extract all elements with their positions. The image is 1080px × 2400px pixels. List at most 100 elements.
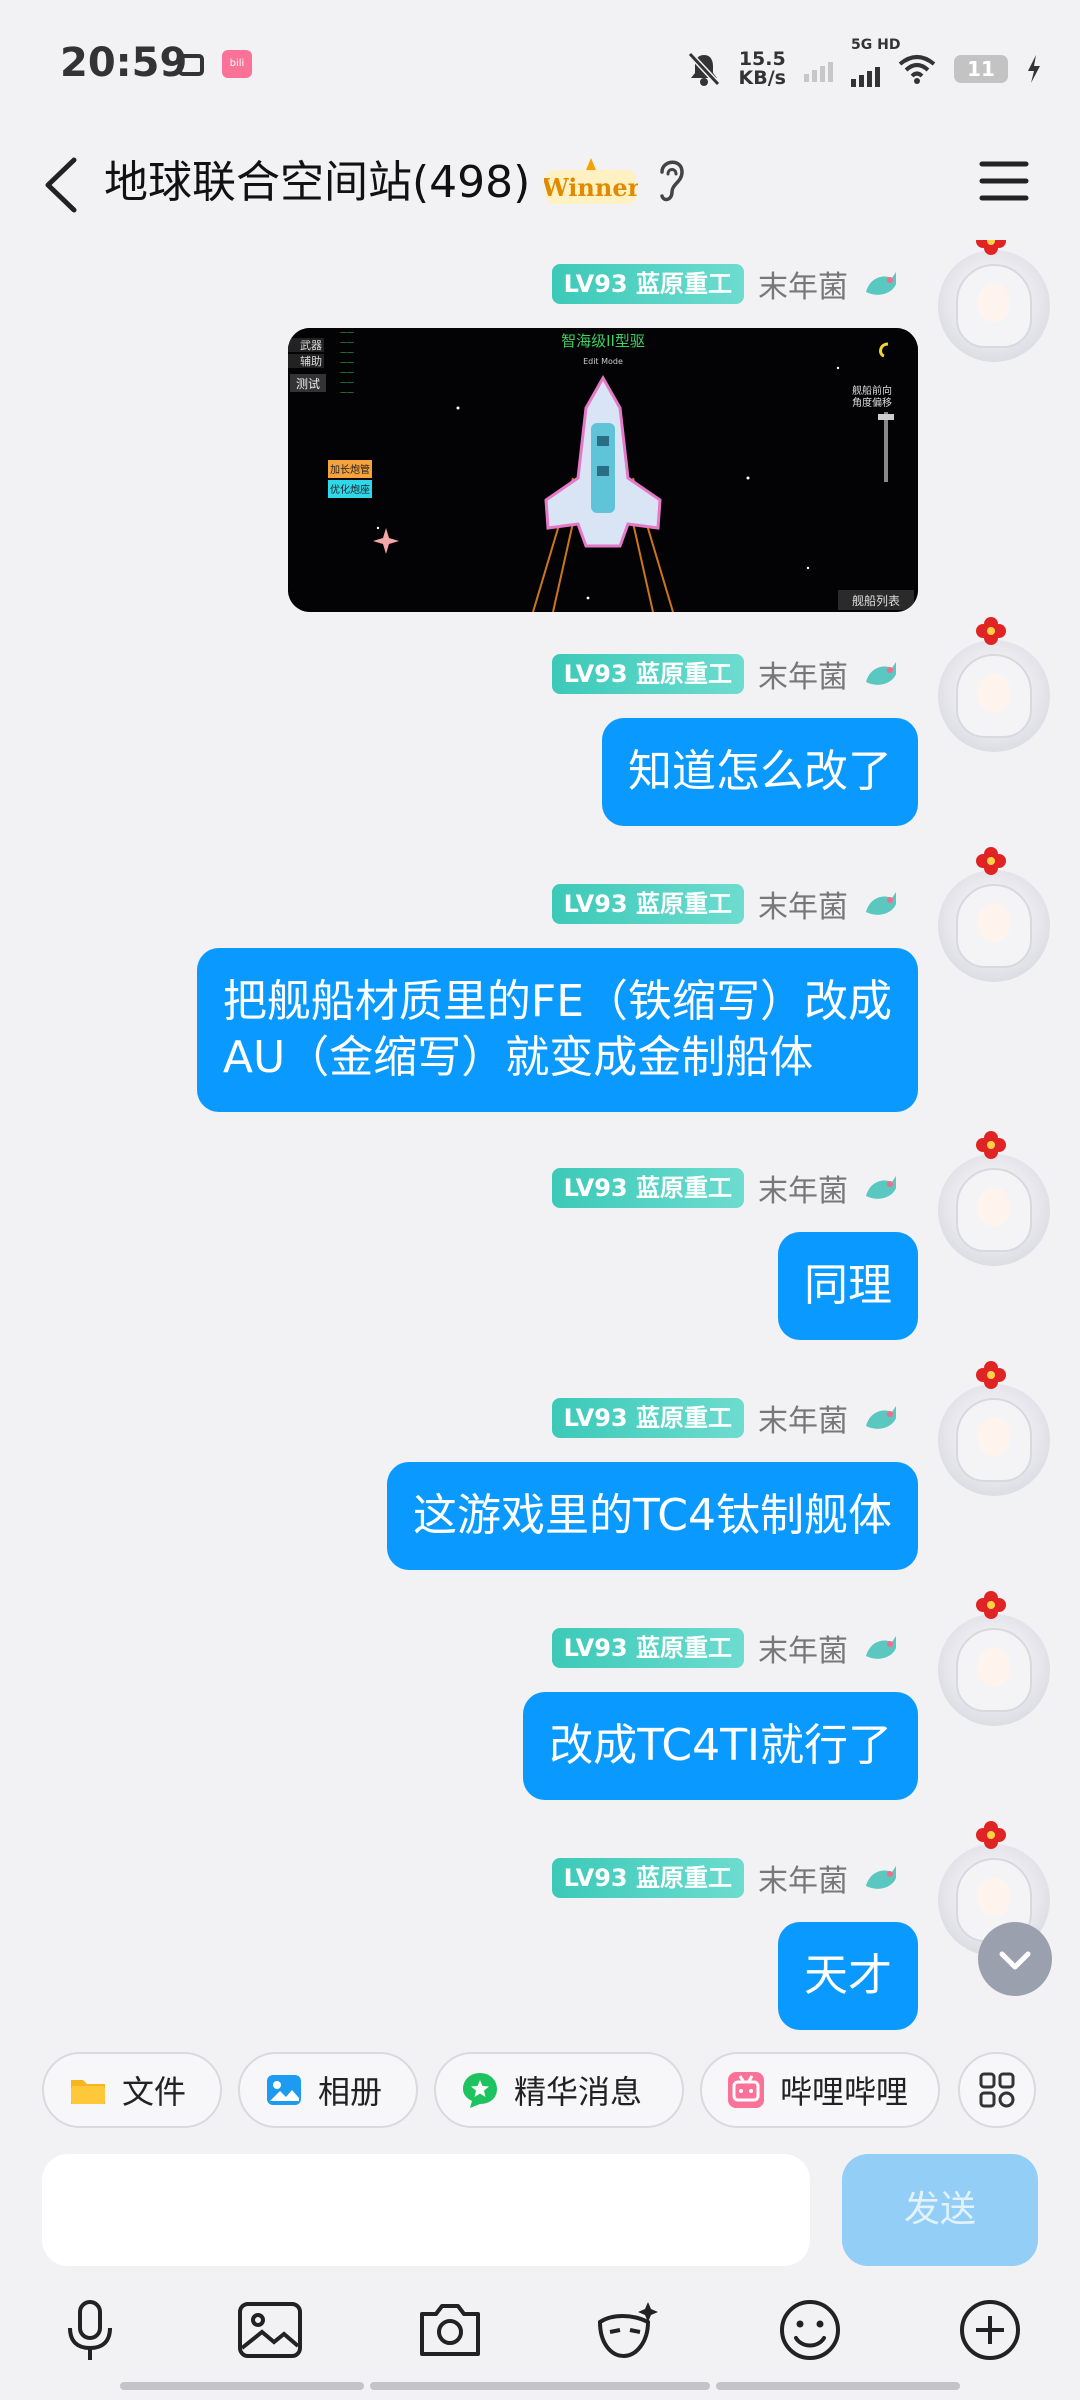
- quick-action-essence[interactable]: 精华消息: [434, 2052, 684, 2128]
- game-ship-name: 智海级II型驱: [561, 332, 645, 350]
- mute-icon: [687, 51, 720, 87]
- flower-icon: [976, 847, 1006, 875]
- chat-title[interactable]: 地球联合空间站(498): [104, 148, 530, 218]
- send-button[interactable]: 发送: [842, 2154, 1038, 2266]
- svg-text:——: ——: [340, 338, 354, 346]
- game-button-2: 优化炮座: [330, 483, 370, 496]
- avatar[interactable]: [938, 1131, 1050, 1266]
- signal-sim2-icon: 5G HD: [851, 37, 900, 87]
- game-ship-list-button: 舰船列表: [852, 594, 900, 608]
- svg-text:——: ——: [340, 358, 354, 366]
- dragon-icon: [866, 1636, 896, 1659]
- microphone-icon[interactable]: [54, 2294, 126, 2366]
- svg-text:——: ——: [340, 328, 354, 336]
- flower-icon: [976, 617, 1006, 645]
- text-message-bubble[interactable]: 这游戏里的TC4钛制舰体: [386, 1462, 918, 1570]
- quick-action-bilibili[interactable]: 哔哩哔哩: [700, 2052, 940, 2128]
- signal-sim1-icon: [804, 56, 833, 82]
- image-message[interactable]: 智海级II型驱 Edit Mode —— —— —— —— —— —— —— 武器 辅助 测…: [288, 328, 918, 612]
- message-line: 知道怎么改了: [628, 746, 892, 797]
- quick-action-label: 相册: [318, 2073, 383, 2111]
- avatar[interactable]: [938, 240, 1050, 362]
- battery-icon: 11: [954, 55, 1008, 83]
- charging-icon: [1028, 55, 1040, 83]
- more-apps-button[interactable]: [958, 2052, 1036, 2128]
- level-badge: LV93 蓝原重工: [551, 1628, 744, 1668]
- quick-action-album[interactable]: 相册: [238, 2052, 418, 2128]
- text-message-bubble[interactable]: 知道怎么改了: [602, 718, 918, 826]
- text-message-bubble[interactable]: 改成TC4TI就行了: [523, 1692, 918, 1800]
- grid-icon: [979, 2072, 1015, 2108]
- text-message-bubble[interactable]: 天才: [778, 1922, 918, 2030]
- menu-icon[interactable]: [974, 150, 1034, 212]
- flower-icon: [976, 240, 1006, 255]
- message-meta: LV93 蓝原重工 末年菌: [551, 652, 900, 696]
- quick-action-bar: 文件 相册 精华消息 哔哩哔哩: [0, 2030, 1080, 2150]
- message-line: 改成TC4TI就行了: [549, 1720, 892, 1771]
- star-icon: [463, 2073, 497, 2108]
- quick-action-file[interactable]: 文件: [42, 2052, 222, 2128]
- sender-name[interactable]: 末年菌: [758, 882, 848, 926]
- svg-text:——: ——: [340, 378, 354, 386]
- text-message-bubble[interactable]: 同理: [778, 1232, 918, 1340]
- image-icon[interactable]: [234, 2294, 306, 2366]
- quick-action-label: 哔哩哔哩: [780, 2073, 909, 2111]
- level-badge: LV93 蓝原重工: [551, 1168, 744, 1208]
- sender-name[interactable]: 末年菌: [758, 1396, 848, 1440]
- sender-name[interactable]: 末年菌: [758, 652, 848, 696]
- level-badge: LV93 蓝原重工: [551, 1398, 744, 1438]
- camera-icon[interactable]: [414, 2294, 486, 2366]
- sender-name[interactable]: 末年菌: [758, 1166, 848, 1210]
- plus-icon[interactable]: [954, 2294, 1026, 2366]
- sender-name[interactable]: 末年菌: [758, 262, 848, 306]
- back-arrow-icon[interactable]: [38, 152, 98, 218]
- level-badge: LV93 蓝原重工: [551, 1858, 744, 1898]
- avatar[interactable]: [938, 847, 1050, 982]
- level-badge: LV93 蓝原重工: [551, 884, 744, 924]
- svg-text:——: ——: [340, 388, 354, 396]
- avatar[interactable]: [938, 1591, 1050, 1726]
- dragon-icon: [866, 1176, 896, 1199]
- message-meta: LV93 蓝原重工 末年菌: [551, 1166, 900, 1210]
- avatar[interactable]: [938, 617, 1050, 752]
- sender-name[interactable]: 末年菌: [758, 1626, 848, 1670]
- message-line: 同理: [804, 1260, 892, 1311]
- svg-text:——: ——: [340, 348, 354, 356]
- quick-action-label: 精华消息: [514, 2073, 643, 2111]
- text-message-bubble[interactable]: 把舰船材质里的FE（铁缩写）改成 AU（金缩写）就变成金制船体: [196, 948, 918, 1112]
- status-right-group: 15.5 KB/s 5G HD 11: [687, 37, 1042, 94]
- folder-icon: [71, 2080, 105, 2104]
- bilibili-notification-icon: bili: [222, 50, 252, 78]
- chat-header: 地球联合空间站(498) Winner: [0, 130, 1080, 240]
- photo-album-icon: [267, 2075, 301, 2105]
- quick-action-label: 文件: [122, 2073, 187, 2111]
- message-line: 把舰船材质里的FE（铁缩写）改成: [222, 976, 892, 1027]
- home-indicator: [370, 2382, 710, 2390]
- message-line: 这游戏里的TC4钛制舰体: [412, 1490, 892, 1541]
- scroll-to-bottom-button[interactable]: [978, 1922, 1052, 1996]
- magic-mask-icon[interactable]: [592, 2294, 664, 2366]
- net-speed-unit: KB/s: [738, 67, 786, 89]
- level-badge: LV93 蓝原重工: [551, 264, 744, 304]
- message-input[interactable]: [42, 2154, 810, 2266]
- emoji-icon[interactable]: [774, 2294, 846, 2366]
- dragon-icon: [866, 662, 896, 685]
- home-indicator: [716, 2382, 960, 2390]
- status-bar: 20:59 bili 15.5 KB/s 5G HD 11: [0, 0, 1080, 130]
- game-button-1: 加长炮管: [330, 463, 370, 476]
- message-list[interactable]: LV93 蓝原重工 末年菌 智海级II型驱 Edit Mode —— —— ——…: [0, 240, 1080, 2030]
- game-right-label-2: 角度偏移: [852, 396, 892, 409]
- flower-icon: [976, 1361, 1006, 1389]
- game-right-label-1: 舰船前向: [852, 384, 892, 397]
- game-tab-test: 测试: [296, 376, 320, 391]
- dragon-icon: [866, 1866, 896, 1889]
- network-type: 5G HD: [851, 37, 901, 53]
- sender-name[interactable]: 末年菌: [758, 1856, 848, 1900]
- wifi-icon: [898, 55, 936, 84]
- message-line: 天才: [804, 1950, 892, 2001]
- game-mode-label: Edit Mode: [583, 357, 623, 366]
- ear-icon[interactable]: [654, 154, 688, 206]
- net-speed: 15.5 KB/s: [739, 50, 786, 88]
- avatar[interactable]: [938, 1361, 1050, 1496]
- dragon-icon: [866, 892, 896, 915]
